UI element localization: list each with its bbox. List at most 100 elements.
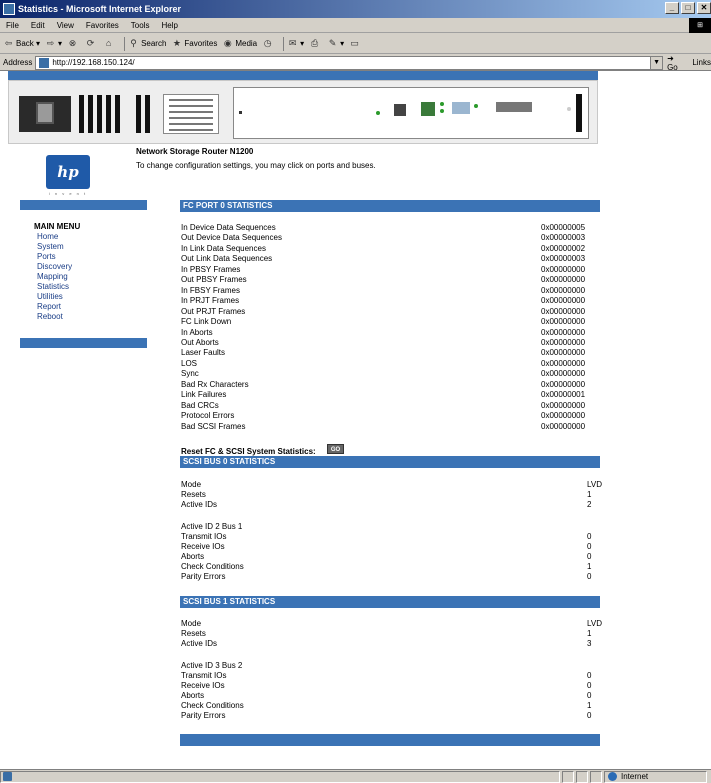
stat-label: Mode — [181, 619, 202, 628]
stat-label: Mode — [181, 480, 202, 489]
sidebar-bottom-bar — [20, 338, 147, 348]
security-zone: Internet — [604, 770, 707, 783]
stat-value: 0x00000000 — [541, 296, 586, 305]
edit-button[interactable]: ✎ ▾ — [327, 38, 344, 49]
close-button[interactable]: ✕ — [697, 2, 711, 14]
menu-favorites[interactable]: Favorites — [80, 21, 125, 30]
sidebar-item-discovery[interactable]: Discovery — [37, 262, 72, 271]
menu-edit[interactable]: Edit — [25, 21, 51, 30]
stat-label: Out Link Data Sequences — [181, 254, 273, 263]
refresh-button[interactable]: ⟳ — [85, 38, 98, 49]
sidebar-item-utilities[interactable]: Utilities — [37, 292, 63, 301]
stat-value: 0x00000000 — [541, 338, 586, 347]
header-strip — [8, 71, 598, 80]
stat-label: Parity Errors — [181, 711, 226, 720]
stat-label: In Aborts — [181, 328, 213, 337]
edit-icon: ✎ — [328, 38, 337, 48]
maximize-button[interactable]: □ — [681, 2, 695, 14]
page-icon — [39, 57, 50, 68]
stat-value: 2 — [587, 500, 592, 509]
menu-file[interactable]: File — [0, 21, 25, 30]
minimize-button[interactable]: _ — [665, 2, 679, 14]
stat-value: 1 — [587, 701, 592, 710]
vent-slot — [145, 95, 150, 133]
status-bar: Internet — [0, 769, 711, 783]
sidebar-item-ports[interactable]: Ports — [37, 252, 56, 261]
stat-value: 0 — [587, 711, 592, 720]
serial-port[interactable] — [394, 104, 406, 116]
stop-button[interactable]: ⊗ — [67, 38, 80, 49]
discuss-button[interactable]: ▭ — [349, 38, 362, 49]
status-led-icon — [376, 111, 380, 115]
product-title: Network Storage Router N1200 — [136, 147, 254, 156]
stat-label: Bad Rx Characters — [181, 380, 249, 389]
back-arrow-icon: ⇦ — [4, 38, 13, 48]
home-icon: ⌂ — [105, 38, 112, 48]
sidebar-item-statistics[interactable]: Statistics — [37, 282, 69, 291]
reset-go-button[interactable]: GO — [327, 444, 344, 454]
hp-logo: hp — [46, 155, 90, 189]
sidebar-item-system[interactable]: System — [37, 242, 64, 251]
stat-value: 0 — [587, 671, 592, 680]
sidebar-item-mapping[interactable]: Mapping — [37, 272, 68, 281]
print-icon: ⎙ — [311, 38, 319, 48]
stat-value: 1 — [587, 562, 592, 571]
stat-label: Sync — [181, 369, 199, 378]
media-button[interactable]: ◉ Media — [222, 38, 257, 49]
forward-button[interactable]: ⇨ ▾ — [45, 38, 62, 49]
stat-value: 0x00000000 — [541, 359, 586, 368]
stat-label: Aborts — [181, 691, 205, 700]
mail-icon: ✉ — [288, 38, 297, 48]
window-titlebar: Statistics - Microsoft Internet Explorer… — [0, 0, 711, 18]
menu-tools[interactable]: Tools — [125, 21, 156, 30]
home-button[interactable]: ⌂ — [103, 38, 116, 49]
back-button[interactable]: ⇦ Back ▾ — [3, 38, 40, 49]
favorites-icon: ★ — [172, 38, 181, 48]
discuss-icon: ▭ — [350, 38, 359, 48]
stat-value: 0x00000002 — [541, 244, 586, 253]
ethernet-port[interactable] — [421, 102, 435, 116]
stat-label: Protocol Errors — [181, 411, 235, 420]
mail-button[interactable]: ✉ ▾ — [287, 38, 304, 49]
address-bar: Address http://192.168.150.124/ ▼ ➜ Go L… — [0, 54, 711, 72]
sidebar-item-report[interactable]: Report — [37, 302, 61, 311]
stat-label: Resets — [181, 629, 206, 638]
links-button[interactable]: Links — [692, 58, 711, 67]
stat-value: 0x00000000 — [541, 286, 586, 295]
stat-value: 0x00000000 — [541, 411, 586, 420]
search-button[interactable]: ⚲ Search — [128, 38, 166, 49]
menu-view[interactable]: View — [51, 21, 80, 30]
stat-label: Link Failures — [181, 390, 227, 399]
stat-label: Out PBSY Frames — [181, 275, 247, 284]
stat-value: 0x00000005 — [541, 223, 586, 232]
sidebar-item-home[interactable]: Home — [37, 232, 58, 241]
stat-value: 0x00000000 — [541, 265, 586, 274]
chevron-down-icon[interactable]: ▼ — [650, 56, 663, 69]
menu-help[interactable]: Help — [155, 21, 183, 30]
power-supply-icon[interactable] — [19, 96, 71, 132]
search-icon: ⚲ — [130, 38, 137, 48]
status-led-icon — [440, 109, 444, 113]
history-button[interactable]: ◷ — [262, 38, 275, 49]
sidebar-top-bar — [20, 200, 147, 210]
go-button[interactable]: ➜ Go — [667, 54, 686, 72]
favorites-button[interactable]: ★ Favorites — [171, 38, 217, 49]
globe-icon — [608, 772, 617, 781]
scsi-bus-0-heading: SCSI BUS 0 STATISTICS — [180, 456, 600, 468]
address-input[interactable]: http://192.168.150.124/ ▼ — [35, 55, 664, 70]
status-led-icon — [567, 107, 571, 111]
sidebar-item-reboot[interactable]: Reboot — [37, 312, 63, 321]
scsi-bus-connector[interactable] — [496, 102, 532, 112]
stat-value: 0 — [587, 681, 592, 690]
fc-port-0-heading: FC PORT 0 STATISTICS — [180, 200, 600, 212]
stat-label: Out Device Data Sequences — [181, 233, 282, 242]
main-menu-title: MAIN MENU — [34, 222, 81, 231]
stat-value: 0x00000003 — [541, 254, 586, 263]
stat-value: 1 — [587, 490, 592, 499]
print-button[interactable]: ⎙ — [309, 38, 322, 49]
address-label: Address — [3, 58, 33, 67]
status-led-icon — [440, 102, 444, 106]
fc-port-0[interactable] — [452, 102, 470, 114]
status-text-panel — [0, 770, 560, 783]
stat-label: Receive IOs — [181, 681, 225, 690]
